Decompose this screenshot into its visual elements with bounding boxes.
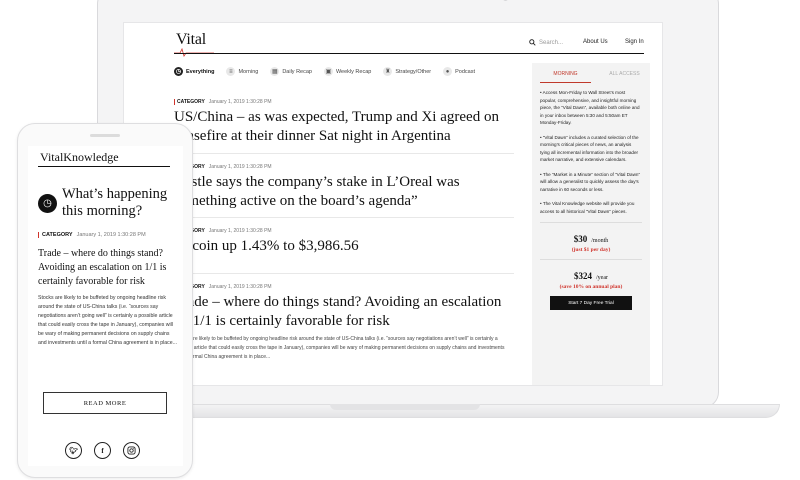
news-feed: CATEGORY January 1, 2019 1:30:28 PM US/C…: [174, 89, 514, 373]
price-month-unit: /month: [591, 238, 609, 244]
feature-text: The Vital Knowledge website will provide…: [540, 201, 635, 214]
filter-weekly-recap[interactable]: ▣ Weekly Recap: [323, 67, 372, 76]
filter-label: Morning: [238, 68, 259, 75]
item-date: January 1, 2019 1:30:28 PM: [208, 228, 272, 234]
mobile-item-category[interactable]: CATEGORY: [38, 232, 73, 238]
news-icon: ≡: [226, 67, 236, 76]
filter-label: Everything: [186, 68, 215, 75]
mobile-item-headline[interactable]: Trade – where do things stand? Avoiding …: [38, 247, 178, 289]
item-meta: CATEGORY January 1, 2019 1:30:28 PM: [174, 164, 514, 170]
mobile-header-rule: [38, 166, 170, 167]
mobile-item-meta: CATEGORY January 1, 2019 1:30:28 PM: [38, 232, 146, 238]
social-links: 🐦︎ f: [65, 442, 140, 459]
price-year-note: (save 10% on annual plan): [559, 284, 623, 290]
mic-icon: ●: [443, 67, 453, 76]
feature-item: • “Vital Dawn” includes a curated select…: [540, 134, 639, 163]
item-headline[interactable]: US/China – as was expected, Trump and Xi…: [174, 108, 514, 146]
mobile-logo[interactable]: VitalKnowledge: [40, 150, 119, 165]
feed-item[interactable]: CATEGORY January 1, 2019 1:30:28 PM US/C…: [174, 89, 514, 153]
about-link[interactable]: About Us: [583, 39, 608, 45]
filter-bar: ◷ Everything ≡ Morning ▦ Daily Recap ▣ W…: [174, 67, 475, 76]
feed-item[interactable]: CATEGORY January 1, 2019 1:30:28 PM Trad…: [174, 273, 514, 373]
item-headline[interactable]: Nestle says the company’s stake in L’Ore…: [174, 173, 514, 211]
item-snippet: Stocks are likely to be buffeted by ongo…: [174, 336, 505, 360]
week-icon: ▣: [323, 67, 333, 76]
phone-frame: VitalKnowledge ◷ What’s happening this m…: [17, 123, 193, 478]
item-date: January 1, 2019 1:30:28 PM: [208, 284, 272, 290]
clock-icon: ◷: [38, 194, 57, 213]
feature-text: Access Mon-Friday to Wall Street’s most …: [540, 90, 640, 125]
feature-item: • Access Mon-Friday to Wall Street’s mos…: [540, 90, 640, 125]
feed-item[interactable]: CATEGORY January 1, 2019 1:30:28 PM Bitc…: [174, 217, 514, 273]
search-icon: [529, 39, 536, 46]
filter-strategy[interactable]: ♜ Strategy/Other: [383, 67, 431, 76]
free-trial-button[interactable]: Start 7 Day Free Trial: [550, 296, 632, 310]
item-category[interactable]: CATEGORY: [174, 99, 205, 105]
filter-label: Strategy/Other: [395, 68, 432, 75]
calendar-icon: ▦: [270, 67, 280, 76]
item-meta: CATEGORY January 1, 2019 1:30:28 PM: [174, 284, 514, 290]
search-box[interactable]: Search...: [529, 39, 563, 46]
search-input[interactable]: Search...: [539, 40, 563, 46]
header-rule: [174, 53, 644, 54]
price-month-amount: $30: [573, 234, 588, 244]
price-yearly: $324 /year (save 10% on annual plan): [540, 259, 642, 290]
mobile-item-date: January 1, 2019 1:30:28 PM: [76, 232, 146, 238]
filter-podcast[interactable]: ● Podcast: [443, 67, 475, 76]
item-headline[interactable]: Trade – where do things stand? Avoiding …: [174, 293, 514, 331]
clock-icon: ◷: [174, 67, 183, 76]
feature-text: The “Market in a Minute” section of “Vit…: [540, 171, 640, 192]
filter-morning[interactable]: ≡ Morning: [226, 67, 258, 76]
feature-item: • The Vital Knowledge website will provi…: [540, 201, 635, 214]
price-monthly: $30 /month (just $1 per day): [540, 222, 642, 253]
desktop-screen: Vital Search... About Us Sign In ◷ Every…: [123, 22, 663, 386]
mobile-section-title: What’s happening this morning?: [62, 186, 168, 219]
feed-item[interactable]: CATEGORY January 1, 2019 1:30:28 PM Nest…: [174, 153, 514, 217]
pulse-icon: [174, 47, 214, 57]
price-year-unit: /year: [596, 275, 608, 281]
read-more-button[interactable]: READ MORE: [43, 392, 167, 414]
feature-text: “Vital Dawn” includes a curated selectio…: [540, 134, 639, 163]
feature-item: • The “Market in a Minute” section of “V…: [540, 171, 640, 192]
item-date: January 1, 2019 1:30:28 PM: [208, 99, 272, 105]
filter-label: Podcast: [455, 68, 475, 75]
item-headline[interactable]: Bitcoin up 1.43% to $3,986.56: [174, 237, 514, 256]
item-date: January 1, 2019 1:30:28 PM: [208, 164, 272, 170]
twitter-icon[interactable]: 🐦︎: [65, 442, 82, 459]
facebook-icon[interactable]: f: [94, 442, 111, 459]
phone-speaker: [90, 134, 120, 137]
laptop-notch: [330, 404, 480, 410]
trophy-icon: ♜: [383, 67, 393, 76]
filter-everything[interactable]: ◷ Everything: [174, 67, 214, 76]
item-meta: CATEGORY January 1, 2019 1:30:28 PM: [174, 99, 514, 105]
filter-label: Daily Recap: [282, 68, 312, 75]
filter-daily-recap[interactable]: ▦ Daily Recap: [270, 67, 312, 76]
mobile-item-snippet: Stocks are likely to be buffeted by ongo…: [38, 295, 177, 346]
price-month-note: (just $1 per day): [571, 247, 611, 253]
price-year-amount: $324: [574, 271, 592, 281]
filter-label: Weekly Recap: [335, 68, 372, 75]
mobile-screen: VitalKnowledge ◷ What’s happening this m…: [28, 146, 183, 466]
plan-tabs: MORNING ALL ACCESS: [532, 69, 650, 83]
plan-features: • Access Mon-Friday to Wall Street’s mos…: [532, 83, 650, 215]
camera-dot: [503, 0, 508, 1]
item-meta: CATEGORY January 1, 2019 1:30:28 PM: [174, 228, 514, 234]
instagram-icon[interactable]: [123, 442, 140, 459]
subscription-sidebar: MORNING ALL ACCESS • Access Mon-Friday t…: [532, 63, 650, 385]
tab-all-access[interactable]: ALL ACCESS: [599, 69, 650, 83]
signin-link[interactable]: Sign In: [625, 39, 644, 45]
tab-morning[interactable]: MORNING: [540, 69, 591, 83]
